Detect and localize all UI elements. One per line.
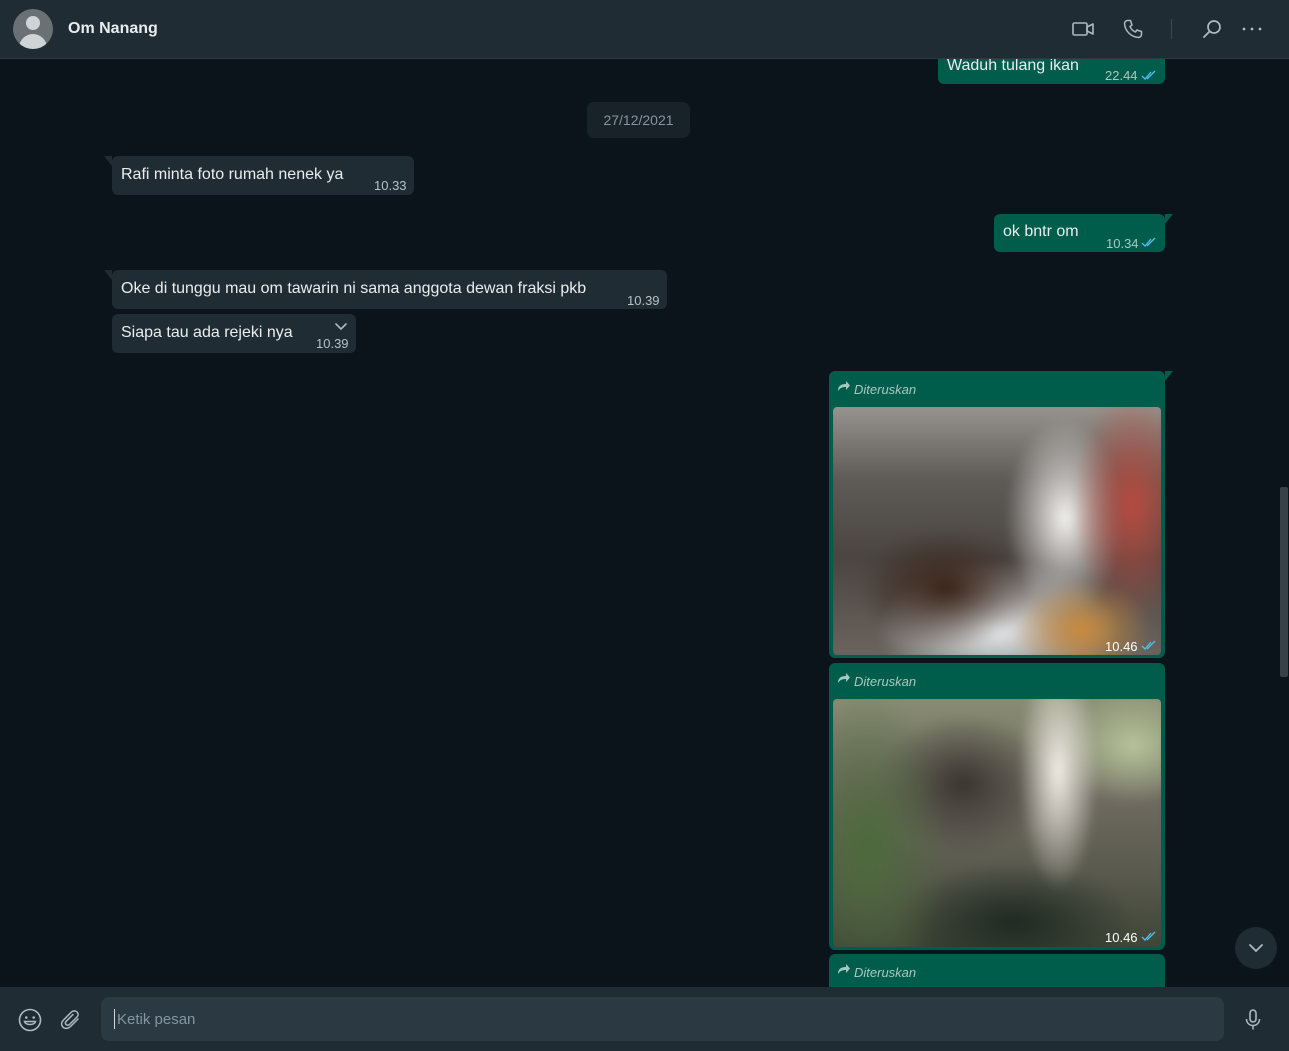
message-menu-chevron-icon[interactable] <box>334 322 348 332</box>
attach-icon[interactable] <box>58 1007 84 1033</box>
message-time: 10.39 <box>316 336 349 351</box>
video-call-icon[interactable] <box>1071 17 1095 41</box>
avatar-body-shape <box>19 34 47 49</box>
contact-name[interactable]: Om Nanang <box>68 20 158 38</box>
message-text: Oke di tunggu mau om tawarin ni sama ang… <box>121 280 587 297</box>
read-ticks-icon <box>1141 70 1156 80</box>
message-time: 10.33 <box>374 178 407 193</box>
read-ticks-icon <box>1141 640 1156 650</box>
forwarded-photo[interactable] <box>833 407 1161 655</box>
avatar[interactable] <box>13 9 53 49</box>
message-input[interactable] <box>101 997 1224 1041</box>
message-time: 10.34 <box>1106 236 1139 251</box>
read-ticks-icon <box>1141 931 1156 941</box>
chat-header: Om Nanang <box>0 0 1289 59</box>
forwarded-icon <box>838 381 850 391</box>
message-outgoing[interactable]: ok bntr om 10.34 <box>994 214 1173 252</box>
forwarded-icon <box>838 964 850 974</box>
blurred-image <box>833 699 1161 947</box>
message-outgoing[interactable]: Waduh tulang ikan 22.44 <box>938 59 1165 84</box>
emoji-icon[interactable] <box>17 1007 43 1033</box>
message-text: Siapa tau ada rejeki nya <box>121 324 293 341</box>
search-icon[interactable] <box>1200 17 1224 41</box>
message-outgoing-image[interactable]: Diteruskan <box>829 954 1165 987</box>
message-time: 10.46 <box>1105 639 1138 654</box>
message-incoming[interactable]: Rafi minta foto rumah nenek ya 10.33 <box>104 156 414 195</box>
message-text: Waduh tulang ikan <box>947 59 1079 74</box>
whatsapp-window: Om Nanang Waduh tulang ikan 22.44 27/12/… <box>0 0 1289 1051</box>
message-time: 10.39 <box>627 293 660 308</box>
chat-scrollbar[interactable] <box>1280 487 1288 677</box>
forwarded-label: Diteruskan <box>854 382 917 397</box>
message-incoming[interactable]: Oke di tunggu mau om tawarin ni sama ang… <box>104 270 667 309</box>
chevron-down-icon <box>1249 944 1263 953</box>
chat-panel[interactable]: Waduh tulang ikan 22.44 27/12/2021 Rafi … <box>0 59 1289 987</box>
date-divider: 27/12/2021 <box>587 102 690 138</box>
menu-icon[interactable] <box>1240 17 1264 41</box>
avatar-head-shape <box>26 16 40 30</box>
composer-bar <box>0 987 1289 1051</box>
scroll-to-bottom-button[interactable] <box>1235 927 1277 969</box>
message-text: ok bntr om <box>1003 223 1079 240</box>
message-outgoing-image[interactable]: Diteruskan 10.46 <box>829 371 1173 658</box>
forwarded-label: Diteruskan <box>854 674 917 689</box>
header-separator <box>1171 19 1172 39</box>
blurred-image <box>833 407 1161 655</box>
forwarded-photo[interactable] <box>833 699 1161 947</box>
voice-call-icon[interactable] <box>1121 17 1145 41</box>
message-incoming[interactable]: Siapa tau ada rejeki nya 10.39 <box>112 314 356 353</box>
message-time: 22.44 <box>1105 68 1138 83</box>
forwarded-icon <box>838 673 850 683</box>
forwarded-label: Diteruskan <box>854 965 917 980</box>
message-outgoing-image[interactable]: Diteruskan 10.46 <box>829 663 1165 950</box>
message-text: Rafi minta foto rumah nenek ya <box>121 166 344 183</box>
text-caret <box>114 1009 115 1029</box>
microphone-icon[interactable] <box>1240 1007 1266 1033</box>
message-time: 10.46 <box>1105 930 1138 945</box>
read-ticks-icon <box>1141 237 1156 247</box>
